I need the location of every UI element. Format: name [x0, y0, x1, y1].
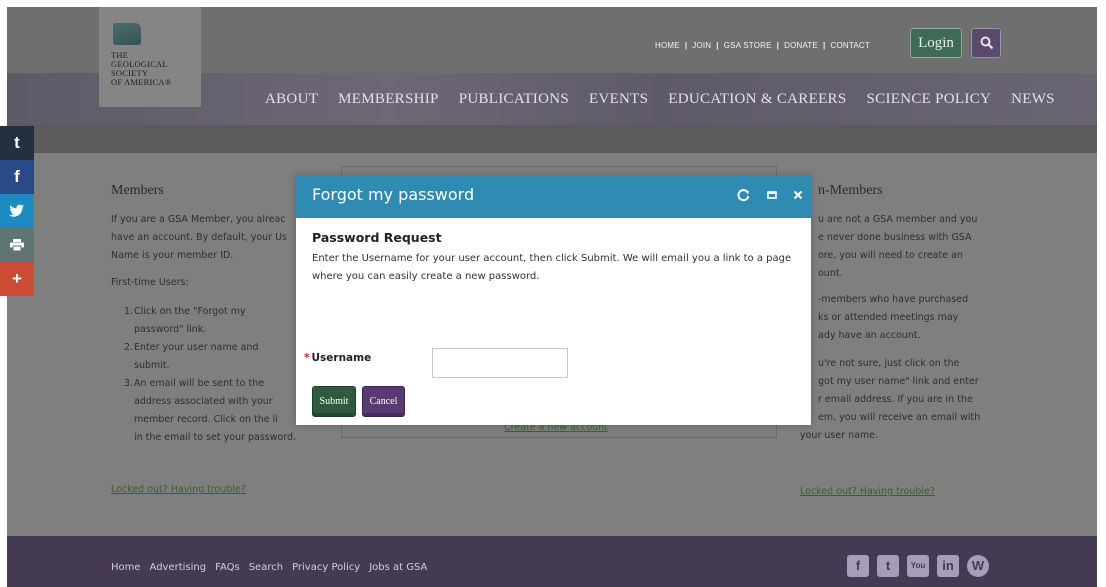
footer-link-advertising[interactable]: Advertising — [150, 562, 207, 573]
dialog-body: Password Request Enter the Username for … — [296, 218, 811, 417]
youtube-icon[interactable]: You — [907, 555, 929, 577]
members-title: Members — [111, 183, 164, 198]
logo-text: THE GEOLOGICAL SOCIETY OF AMERICA® — [111, 50, 172, 87]
share-bar: t f + — [0, 126, 34, 296]
nonmembers-line: ks or attended meetings may — [818, 312, 959, 323]
util-link-contact[interactable]: CONTACT — [831, 41, 870, 50]
forgot-password-dialog: Forgot my password Password Request Ente… — [296, 175, 811, 425]
nonmembers-line: u're not sure, just click on the — [818, 358, 960, 369]
nonmembers-line: ore, you will need to create an — [818, 250, 963, 261]
reload-icon[interactable] — [735, 186, 753, 204]
search-icon — [980, 36, 994, 50]
nonmembers-line: ount. — [818, 268, 843, 279]
twitter-bird-icon — [9, 204, 24, 217]
nonmembers-para-1: u are not a GSA member and you e never d… — [818, 211, 1028, 283]
tumblr-share-icon[interactable]: t — [0, 126, 34, 160]
submit-button[interactable]: Submit — [312, 386, 356, 417]
nav-science-policy[interactable]: SCIENCE POLICY — [867, 91, 992, 108]
nonmembers-line-last: your user name. — [800, 430, 879, 441]
nonmembers-line: u are not a GSA member and you — [818, 214, 978, 225]
twitter-share-icon[interactable] — [0, 194, 34, 228]
footer-link-privacy[interactable]: Privacy Policy — [292, 562, 360, 573]
nonmembers-line: got my user name" link and enter — [818, 376, 979, 387]
site-footer: Home Advertising FAQs Search Privacy Pol… — [7, 536, 1097, 587]
password-request-instructions: Enter the Username for your user account… — [312, 253, 792, 282]
login-button[interactable]: Login — [910, 28, 962, 58]
nonmembers-para-3: u're not sure, just click on the got my … — [818, 355, 1028, 427]
gsa-logo[interactable]: THE GEOLOGICAL SOCIETY OF AMERICA® — [99, 7, 201, 107]
footer-links: Home Advertising FAQs Search Privacy Pol… — [111, 562, 427, 573]
nonmembers-line: ady have an account. — [818, 330, 921, 341]
nonmembers-line: em, you will receive an email with — [818, 412, 981, 423]
main-nav: ABOUT MEMBERSHIP PUBLICATIONS EVENTS EDU… — [265, 91, 1055, 108]
social-links: f t You in W — [847, 555, 989, 577]
util-separator: | — [776, 41, 780, 50]
password-request-heading: Password Request — [312, 230, 442, 245]
nav-news[interactable]: NEWS — [1011, 91, 1055, 108]
nonmembers-trouble-link[interactable]: Locked out? Having trouble? — [800, 486, 935, 497]
nav-events[interactable]: EVENTS — [589, 91, 648, 108]
nonmembers-para-2: -members who have purchased ks or attend… — [818, 291, 1028, 345]
footer-link-jobs[interactable]: Jobs at GSA — [369, 562, 427, 573]
wordpress-icon[interactable]: W — [967, 555, 989, 577]
search-button[interactable] — [971, 28, 1001, 58]
username-label: * Username — [304, 352, 371, 364]
nav-education-careers[interactable]: EDUCATION & CAREERS — [668, 91, 846, 108]
close-icon[interactable] — [789, 186, 807, 204]
step-number: 1. — [124, 306, 134, 317]
step-number: 3. — [124, 378, 134, 389]
nonmembers-line: -members who have purchased — [818, 294, 969, 305]
footer-link-home[interactable]: Home — [111, 562, 141, 573]
members-trouble-link[interactable]: Locked out? Having trouble? — [111, 484, 246, 495]
util-separator: | — [823, 41, 826, 50]
breadcrumb-bar — [7, 125, 1097, 153]
util-link-home[interactable]: HOME — [655, 41, 680, 50]
nav-about[interactable]: ABOUT — [265, 91, 318, 108]
facebook-share-icon[interactable]: f — [0, 160, 34, 194]
nonmembers-line: e never done business with GSA — [818, 232, 972, 243]
util-link-join[interactable]: JOIN — [692, 41, 711, 50]
linkedin-icon[interactable]: in — [937, 555, 959, 577]
facebook-icon[interactable]: f — [847, 555, 869, 577]
step-line: in the email to set your password. — [134, 432, 297, 443]
nav-publications[interactable]: PUBLICATIONS — [459, 91, 569, 108]
util-link-gsa-store[interactable]: GSA STORE — [724, 41, 772, 50]
first-time-label: First-time Users: — [111, 277, 189, 288]
logo-mark-icon — [113, 23, 141, 45]
cancel-button[interactable]: Cancel — [362, 386, 405, 417]
footer-link-search[interactable]: Search — [249, 562, 283, 573]
site-header: THE GEOLOGICAL SOCIETY OF AMERICA® HOME … — [7, 7, 1097, 125]
dialog-header: Forgot my password — [296, 175, 811, 218]
util-separator: | — [716, 41, 719, 50]
utility-nav: HOME | JOIN | GSA STORE | DONATE | CONTA… — [655, 41, 870, 50]
dialog-title: Forgot my password — [312, 185, 475, 204]
footer-link-faqs[interactable]: FAQs — [215, 562, 240, 573]
nonmembers-line: r email address. If you are in the — [818, 394, 973, 405]
maximize-icon[interactable] — [763, 186, 781, 204]
twitter-icon[interactable]: t — [877, 555, 899, 577]
print-share-icon[interactable] — [0, 228, 34, 262]
more-share-icon[interactable]: + — [0, 262, 34, 296]
username-input[interactable] — [432, 348, 568, 378]
username-label-text: Username — [311, 352, 372, 364]
step-number: 2. — [124, 342, 134, 353]
nonmembers-title: n-Members — [818, 183, 883, 198]
util-link-donate[interactable]: DONATE — [784, 41, 818, 50]
required-marker: * — [304, 352, 310, 364]
nav-membership[interactable]: MEMBERSHIP — [338, 91, 439, 108]
util-separator: | — [684, 41, 688, 50]
printer-icon — [10, 239, 24, 252]
